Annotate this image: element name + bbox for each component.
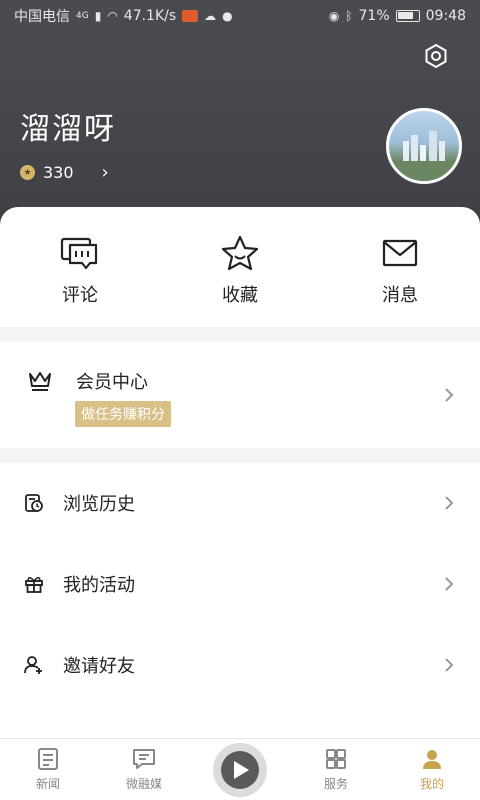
nav-mine-label: 我的 — [419, 777, 444, 791]
chevron-right-icon: › — [101, 162, 109, 183]
cloud-icon: ☁ — [204, 9, 217, 23]
nav-service-label: 服务 — [323, 777, 348, 791]
comment-icon — [60, 237, 98, 270]
message-icon: ● — [222, 9, 233, 23]
points-row[interactable]: ★ 330 › — [20, 162, 109, 183]
points-value: 330 — [43, 163, 74, 182]
nav-news-label: 新闻 — [35, 777, 60, 791]
user-name[interactable]: 溜溜呀 — [20, 104, 116, 148]
list-item-invite[interactable]: 邀请好友 — [0, 625, 480, 705]
chevron-right-icon — [445, 658, 454, 672]
member-center-row[interactable]: 会员中心 做任务赚积分 — [0, 342, 480, 448]
battery-percent: 71% — [358, 8, 390, 24]
carrier-label: 中国电信 — [14, 9, 70, 25]
star-icon — [221, 235, 259, 271]
activities-label: 我的活动 — [63, 575, 135, 596]
chevron-right-icon — [445, 496, 454, 510]
comments-button[interactable]: 评论 — [0, 207, 160, 327]
battery-icon — [395, 10, 420, 22]
signal-icon: ▮ — [94, 9, 102, 23]
avatar-image — [389, 131, 459, 181]
nav-media[interactable]: 微融媒 — [96, 739, 192, 800]
add-friend-icon — [24, 656, 42, 674]
messages-button[interactable]: 消息 — [320, 207, 480, 327]
history-label: 浏览历史 — [63, 494, 135, 515]
comments-label: 评论 — [62, 285, 98, 306]
favorites-button[interactable]: 收藏 — [160, 207, 320, 327]
nav-play[interactable] — [192, 739, 288, 800]
history-icon — [25, 494, 43, 512]
list-item-history[interactable]: 浏览历史 — [0, 463, 480, 543]
net-speed: 47.1K/s — [123, 8, 177, 24]
eye-icon: ◉ — [328, 9, 340, 23]
chevron-right-icon — [445, 577, 454, 591]
coin-icon: ★ — [20, 165, 35, 180]
nav-media-label: 微融媒 — [125, 777, 162, 791]
messages-label: 消息 — [382, 285, 418, 306]
news-icon — [38, 748, 58, 770]
earn-points-tag[interactable]: 做任务赚积分 — [75, 401, 171, 427]
mail-icon — [382, 239, 418, 267]
gift-icon — [25, 577, 43, 593]
network-type: 4G — [76, 11, 89, 21]
menu-list: 浏览历史 我的活动 邀请好友 — [0, 463, 480, 739]
profile-icon — [423, 750, 441, 769]
nav-news[interactable]: 新闻 — [0, 739, 96, 800]
status-bar: 中国电信 4G ▮ ◠ 47.1K/s ☁ ● ◉ ᛒ 71% 09:48 — [0, 0, 480, 32]
play-button[interactable] — [213, 743, 267, 797]
crown-icon — [29, 372, 51, 391]
clock: 09:48 — [425, 8, 466, 24]
favorites-label: 收藏 — [222, 285, 258, 306]
chat-icon — [133, 749, 155, 769]
profile-header: 溜溜呀 ★ 330 › — [0, 32, 480, 232]
nav-mine[interactable]: 我的 — [384, 739, 480, 800]
play-icon — [221, 751, 259, 789]
settings-icon[interactable] — [422, 42, 450, 70]
app-notification-icon — [182, 10, 199, 22]
member-center-title: 会员中心 — [76, 372, 148, 393]
bluetooth-icon: ᛒ — [345, 9, 353, 23]
quick-actions: 评论 收藏 消息 — [0, 207, 480, 327]
chevron-right-icon — [445, 388, 454, 402]
avatar[interactable] — [386, 108, 462, 184]
list-item-activities[interactable]: 我的活动 — [0, 544, 480, 624]
service-icon — [326, 749, 346, 769]
wifi-icon: ◠ — [107, 9, 118, 23]
invite-label: 邀请好友 — [63, 656, 135, 677]
bottom-nav: 新闻 微融媒 服务 我的 — [0, 738, 480, 800]
nav-service[interactable]: 服务 — [288, 739, 384, 800]
